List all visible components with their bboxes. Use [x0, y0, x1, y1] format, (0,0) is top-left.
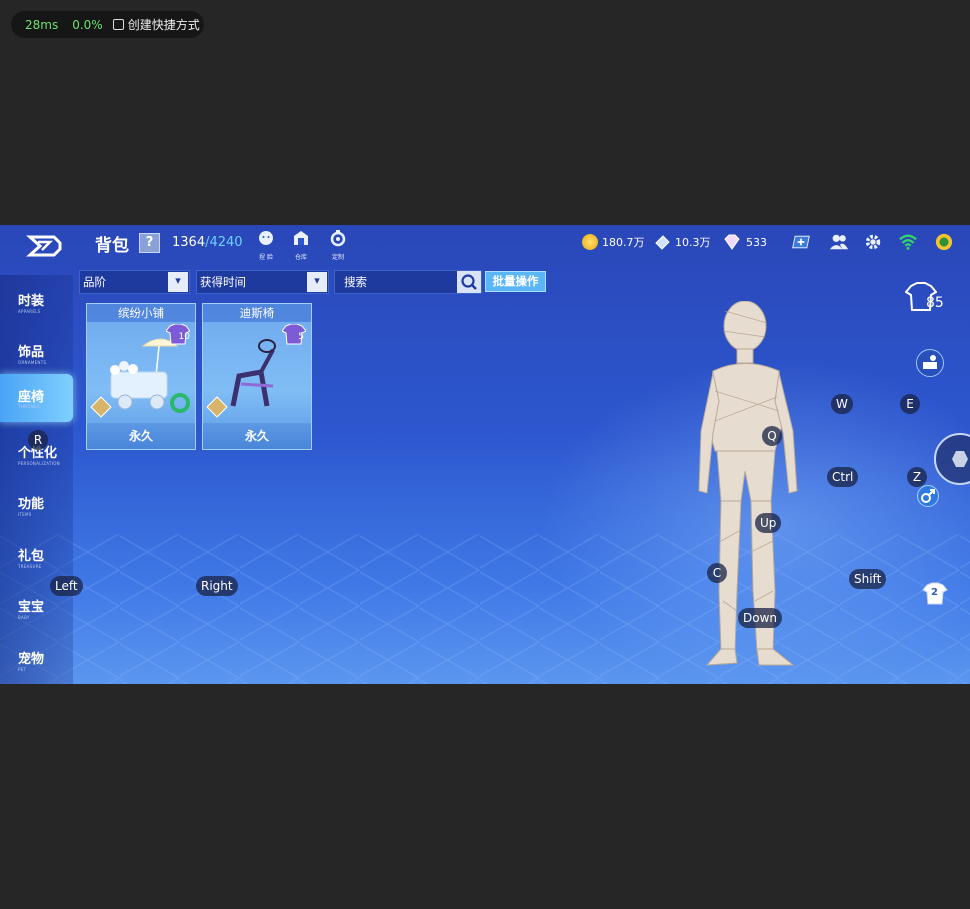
- settings-gear-icon[interactable]: [863, 233, 883, 251]
- chevron-down-icon[interactable]: ▾: [307, 272, 327, 292]
- ticket-icon: [655, 235, 670, 250]
- item-card-candy-shop[interactable]: 缤纷小铺 10 永久: [86, 303, 196, 450]
- gender-toggle[interactable]: [917, 485, 939, 507]
- sidebar-label: 礼包: [18, 549, 45, 564]
- avatar-icon[interactable]: [934, 233, 954, 251]
- add-currency-icon[interactable]: [791, 233, 811, 251]
- sidebar-item-apparels[interactable]: 时装 APPARELS: [0, 282, 73, 330]
- sidebar-sublabel: PERSONALIZATION: [18, 461, 60, 466]
- key-hint-shift[interactable]: Shift: [849, 569, 887, 589]
- obtain-time-dropdown[interactable]: 获得时间 ▾: [196, 270, 329, 294]
- sidebar-sublabel: BABY: [18, 615, 30, 620]
- key-hint-ctrl[interactable]: Ctrl: [827, 467, 859, 487]
- capacity-text: 1364/4240: [172, 235, 243, 250]
- quality-dropdown-label: 品阶: [83, 275, 106, 289]
- key-hint-left[interactable]: Left: [50, 576, 83, 596]
- outfit-count: 85: [926, 295, 944, 311]
- wifi-icon: [899, 234, 917, 250]
- key-hint-up[interactable]: Up: [755, 513, 782, 533]
- diamonds-value: 533: [746, 235, 767, 249]
- warehouse-button[interactable]: 仓库: [288, 229, 314, 261]
- item-card-duration: 永久: [87, 423, 195, 449]
- game-screen[interactable]: 背包 ? 1364/4240 捏 脸 仓库 定制 180.7万 10.3万 53…: [0, 225, 970, 684]
- capacity-max: /4240: [205, 235, 243, 250]
- friends-icon[interactable]: [829, 233, 849, 251]
- outfit-slot-number: 2: [931, 587, 938, 598]
- key-hint-down[interactable]: Down: [738, 608, 783, 628]
- game-logo-icon[interactable]: [26, 233, 64, 259]
- item-badge-count: 10: [178, 332, 190, 342]
- sidebar-sublabel: ORNAMENTS: [18, 360, 47, 365]
- search-icon: [461, 274, 477, 290]
- key-hint-r[interactable]: R: [28, 430, 48, 450]
- tickets-display[interactable]: 10.3万: [654, 234, 711, 250]
- key-hint-w[interactable]: W: [831, 394, 853, 414]
- help-button[interactable]: ?: [139, 233, 160, 253]
- diamonds-display[interactable]: 533: [722, 234, 767, 250]
- male-icon: [921, 489, 935, 503]
- sidebar-label: 座椅: [18, 390, 45, 405]
- coin-icon: [582, 234, 598, 250]
- sidebar-sublabel: THRONES: [18, 404, 40, 409]
- rarity-icon: [90, 396, 112, 418]
- face-edit-button[interactable]: 捏 脸: [253, 229, 279, 261]
- perf-overlay: 28ms 0.0% 创建快捷方式: [11, 11, 204, 38]
- create-shortcut-button[interactable]: 创建快捷方式: [128, 16, 200, 33]
- key-hint-z[interactable]: Z: [907, 467, 927, 487]
- key-hint-e[interactable]: E: [900, 394, 920, 414]
- warehouse-icon: [294, 231, 308, 245]
- sidebar-sublabel: APPARELS: [18, 309, 41, 314]
- coins-display[interactable]: 180.7万: [582, 234, 645, 250]
- customize-button[interactable]: 定制: [325, 229, 351, 261]
- search-input[interactable]: 搜索: [334, 270, 482, 294]
- hex-floor: [0, 534, 970, 684]
- latency-text: 28ms: [25, 17, 59, 32]
- sidebar-sublabel: PET: [18, 667, 27, 672]
- customize-icon: [330, 230, 346, 247]
- quality-dropdown[interactable]: 品阶 ▾: [79, 270, 190, 294]
- tickets-value: 10.3万: [675, 236, 711, 249]
- sidebar-item-thrones[interactable]: 座椅 THRONES: [0, 374, 73, 422]
- face-edit-label: 捏 脸: [259, 254, 273, 261]
- item-card-dis-chair[interactable]: 迪斯椅 5 永久: [202, 303, 312, 450]
- category-sidebar: 时装 APPARELS 饰品 ORNAMENTS 座椅 THRONES 个性化 …: [0, 275, 73, 684]
- sidebar-item-items[interactable]: 功能 ITEMS: [0, 485, 73, 533]
- sidebar-item-pet[interactable]: 宠物 PET: [0, 640, 73, 684]
- batch-operation-button[interactable]: 批量操作: [485, 271, 546, 292]
- ring-icon: [170, 393, 190, 413]
- joystick-hex-icon: [952, 451, 968, 467]
- item-card-name: 迪斯椅: [203, 304, 311, 322]
- joystick-button[interactable]: [934, 433, 970, 485]
- page-title: 背包: [95, 236, 129, 256]
- sidebar-label: 时装: [18, 294, 45, 309]
- sidebar-label: 饰品: [18, 345, 45, 360]
- shortcut-icon[interactable]: [112, 19, 124, 30]
- sidebar-label: 宝宝: [18, 600, 45, 615]
- rarity-icon: [206, 396, 228, 418]
- loss-text: 0.0%: [72, 17, 103, 32]
- item-badge-count: 5: [298, 332, 304, 342]
- customize-label: 定制: [331, 254, 344, 261]
- sidebar-sublabel: ITEMS: [18, 512, 32, 517]
- seat-action-button[interactable]: [916, 349, 944, 377]
- sidebar-label: 功能: [18, 497, 45, 512]
- key-hint-q[interactable]: Q: [762, 426, 782, 446]
- item-card-name: 缤纷小铺: [87, 304, 195, 322]
- capacity-current: 1364: [172, 235, 206, 250]
- key-hint-c[interactable]: C: [707, 563, 727, 583]
- key-hint-right[interactable]: Right: [196, 576, 238, 596]
- sidebar-label: 宠物: [18, 652, 45, 667]
- face-icon: [259, 231, 273, 245]
- diamond-icon: [724, 234, 740, 250]
- coins-value: 180.7万: [602, 236, 645, 249]
- warehouse-label: 仓库: [294, 254, 307, 261]
- sofa-icon: [923, 355, 937, 369]
- sidebar-sublabel: TREASURE: [18, 564, 42, 569]
- obtain-time-dropdown-label: 获得时间: [200, 275, 246, 289]
- search-button[interactable]: [457, 271, 481, 293]
- chevron-down-icon[interactable]: ▾: [168, 272, 188, 292]
- search-placeholder: 搜索: [344, 275, 367, 289]
- item-card-duration: 永久: [203, 423, 311, 449]
